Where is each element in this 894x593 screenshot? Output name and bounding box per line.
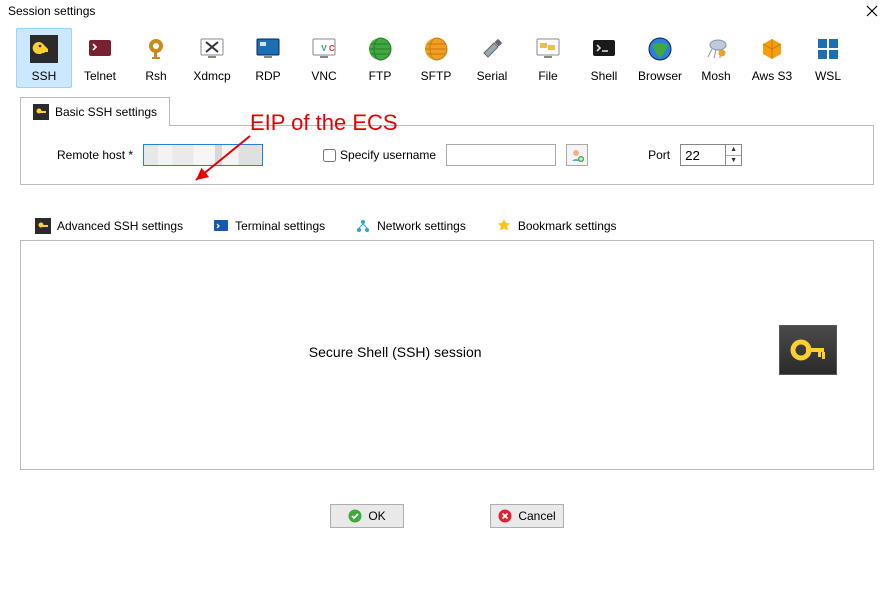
close-icon[interactable] — [858, 5, 886, 17]
ssh-icon — [30, 35, 58, 63]
dialog-buttons: OK Cancel — [0, 504, 894, 528]
protocol-serial[interactable]: Serial — [464, 28, 520, 88]
ok-label: OK — [368, 509, 385, 523]
svg-text:C: C — [329, 44, 335, 53]
wsl-icon — [814, 35, 842, 63]
session-key-tile[interactable] — [779, 325, 837, 375]
tab-terminal[interactable]: Terminal settings — [198, 211, 340, 240]
user-picker-button[interactable] — [566, 144, 588, 166]
tab-label: Basic SSH settings — [55, 105, 157, 119]
window-title: Session settings — [8, 4, 95, 18]
port-input[interactable] — [680, 144, 726, 166]
telnet-icon — [86, 35, 114, 63]
mosh-icon — [702, 35, 730, 63]
specify-username-label: Specify username — [340, 148, 436, 162]
rdp-icon — [254, 35, 282, 63]
ok-icon — [348, 509, 362, 523]
protocol-shell[interactable]: Shell — [576, 28, 632, 88]
key-icon — [33, 104, 49, 120]
tab-label: Advanced SSH settings — [57, 219, 183, 233]
protocol-xdmcp[interactable]: Xdmcp — [184, 28, 240, 88]
protocol-label: Rsh — [145, 69, 166, 83]
protocol-file[interactable]: File — [520, 28, 576, 88]
cancel-icon — [498, 509, 512, 523]
basic-settings-section: Basic SSH settings Remote host * Specify… — [20, 96, 874, 185]
protocol-label: File — [538, 69, 557, 83]
protocol-label: Aws S3 — [752, 69, 792, 83]
tab-advanced-ssh[interactable]: Advanced SSH settings — [20, 211, 198, 240]
tab-network[interactable]: Network settings — [340, 211, 481, 240]
protocol-list: SSH Telnet Rsh Xdmcp RDP VC VNC F — [0, 22, 894, 96]
protocol-label: SSH — [32, 69, 57, 83]
username-input[interactable] — [446, 144, 556, 166]
tab-label: Bookmark settings — [518, 219, 617, 233]
protocol-label: Browser — [638, 69, 682, 83]
user-icon — [570, 148, 584, 162]
protocol-label: Telnet — [84, 69, 116, 83]
protocol-label: SFTP — [421, 69, 452, 83]
rsh-icon — [142, 35, 170, 63]
protocol-mosh[interactable]: Mosh — [688, 28, 744, 88]
protocol-label: FTP — [369, 69, 392, 83]
shell-icon — [590, 35, 618, 63]
protocol-label: Serial — [477, 69, 508, 83]
protocol-awss3[interactable]: Aws S3 — [744, 28, 800, 88]
protocol-rdp[interactable]: RDP — [240, 28, 296, 88]
xdmcp-icon — [198, 35, 226, 63]
protocol-rsh[interactable]: Rsh — [128, 28, 184, 88]
serial-icon — [478, 35, 506, 63]
protocol-sftp[interactable]: SFTP — [408, 28, 464, 88]
protocol-label: Shell — [591, 69, 618, 83]
protocol-vnc[interactable]: VC VNC — [296, 28, 352, 88]
tab-bookmark[interactable]: Bookmark settings — [481, 211, 632, 240]
protocol-label: VNC — [311, 69, 336, 83]
cancel-label: Cancel — [518, 509, 555, 523]
key-icon — [35, 218, 51, 234]
sftp-icon — [422, 35, 450, 63]
protocol-label: Xdmcp — [193, 69, 230, 83]
terminal-icon — [213, 218, 229, 234]
advanced-settings-section: Advanced SSH settings Terminal settings … — [20, 211, 874, 470]
titlebar: Session settings — [0, 0, 894, 22]
remote-host-input[interactable] — [143, 144, 263, 166]
browser-icon — [646, 35, 674, 63]
ok-button[interactable]: OK — [330, 504, 404, 528]
protocol-wsl[interactable]: WSL — [800, 28, 856, 88]
ftp-icon — [366, 35, 394, 63]
file-icon — [534, 35, 562, 63]
protocol-ftp[interactable]: FTP — [352, 28, 408, 88]
spinner-down-icon[interactable]: ▼ — [726, 156, 741, 166]
protocol-label: Mosh — [701, 69, 730, 83]
tab-label: Network settings — [377, 219, 466, 233]
svg-text:V: V — [321, 44, 327, 53]
tab-basic-ssh[interactable]: Basic SSH settings — [20, 97, 170, 126]
protocol-browser[interactable]: Browser — [632, 28, 688, 88]
specify-username-checkbox[interactable]: Specify username — [323, 148, 436, 162]
specify-username-checkbox-input[interactable] — [323, 149, 336, 162]
advanced-panel-body: Secure Shell (SSH) session — [20, 240, 874, 470]
vnc-icon: VC — [310, 35, 338, 63]
port-label: Port — [648, 148, 670, 162]
network-icon — [355, 218, 371, 234]
cancel-button[interactable]: Cancel — [490, 504, 564, 528]
protocol-telnet[interactable]: Telnet — [72, 28, 128, 88]
aws-s3-icon — [758, 35, 786, 63]
tab-label: Terminal settings — [235, 219, 325, 233]
protocol-ssh[interactable]: SSH — [16, 28, 72, 88]
star-icon — [496, 218, 512, 234]
spinner-up-icon[interactable]: ▲ — [726, 145, 741, 156]
session-description: Secure Shell (SSH) session — [309, 344, 482, 360]
key-icon — [788, 333, 828, 367]
protocol-label: RDP — [255, 69, 280, 83]
remote-host-label: Remote host * — [57, 148, 133, 162]
port-spinner[interactable]: ▲ ▼ — [726, 144, 742, 166]
protocol-label: WSL — [815, 69, 841, 83]
